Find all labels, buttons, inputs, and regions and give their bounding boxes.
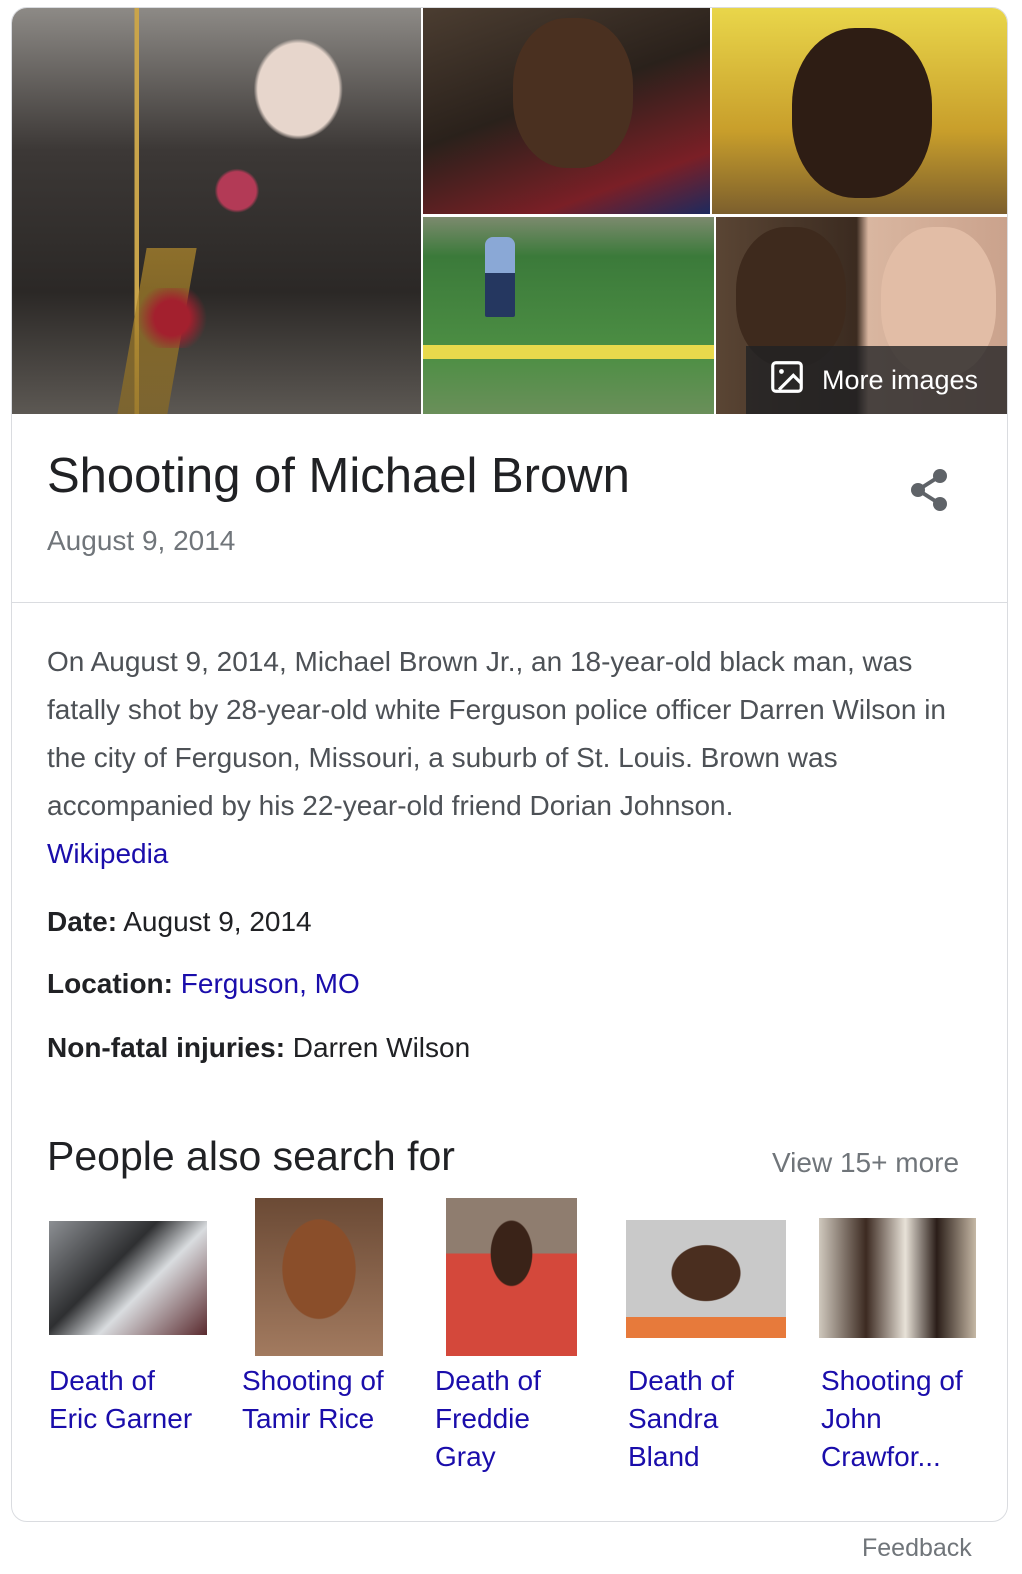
fact-value: August 9, 2014 [123, 906, 312, 937]
image-portrait-yellow[interactable] [712, 8, 1007, 214]
panel-title: Shooting of Michael Brown [47, 449, 630, 503]
entity-label[interactable]: Death of Sandra Bland [628, 1362, 798, 1476]
entity-label[interactable]: Shooting of John Crawfor... [821, 1362, 991, 1476]
entity-label[interactable]: Death of Freddie Gray [435, 1362, 605, 1476]
share-button[interactable] [900, 460, 960, 520]
wikipedia-link[interactable]: Wikipedia [47, 838, 168, 869]
panel-subtitle: August 9, 2014 [47, 525, 236, 556]
location-link[interactable]: Ferguson, MO [181, 968, 360, 999]
image-portrait-headphones[interactable] [423, 8, 710, 214]
description: On August 9, 2014, Michael Brown Jr., an… [47, 638, 977, 878]
fact-location: Location: Ferguson, MO [47, 968, 360, 1000]
entity-label[interactable]: Shooting of Tamir Rice [242, 1362, 412, 1438]
portrait-face [792, 28, 932, 198]
feedback-link[interactable]: Feedback [862, 1534, 972, 1563]
fact-date: Date: August 9, 2014 [47, 906, 312, 938]
entity-thumbnail[interactable] [255, 1198, 383, 1356]
more-images-label: More images [822, 364, 979, 395]
image-crime-scene[interactable] [423, 217, 714, 414]
police-officer [485, 237, 515, 317]
fact-value: Darren Wilson [292, 1032, 471, 1063]
knowledge-panel: More images Shooting of Michael Brown Au… [11, 7, 1008, 1522]
flowers-on-road [122, 288, 222, 348]
entity-thumbnail[interactable] [49, 1221, 207, 1335]
fact-label: Non-fatal injuries: [47, 1032, 286, 1063]
more-images-button[interactable]: More images [746, 346, 1007, 414]
description-text: On August 9, 2014, Michael Brown Jr., an… [47, 646, 947, 821]
entity-thumbnail[interactable] [446, 1198, 577, 1356]
fact-label: Date: [47, 906, 118, 937]
share-icon [911, 469, 947, 511]
people-also-search-title: People also search for [47, 1133, 455, 1179]
entity-label[interactable]: Death of Eric Garner [49, 1362, 219, 1438]
image-icon [768, 358, 806, 403]
police-tape [423, 345, 714, 359]
section-divider [12, 602, 1007, 603]
entity-thumbnail[interactable] [626, 1220, 786, 1338]
view-more-link[interactable]: View 15+ more [772, 1147, 959, 1179]
image-crowd-vigil[interactable] [12, 8, 421, 414]
fact-injuries: Non-fatal injuries: Darren Wilson [47, 1032, 470, 1064]
portrait-face [513, 18, 633, 168]
fact-label: Location: [47, 968, 173, 999]
entity-thumbnail[interactable] [819, 1218, 976, 1338]
